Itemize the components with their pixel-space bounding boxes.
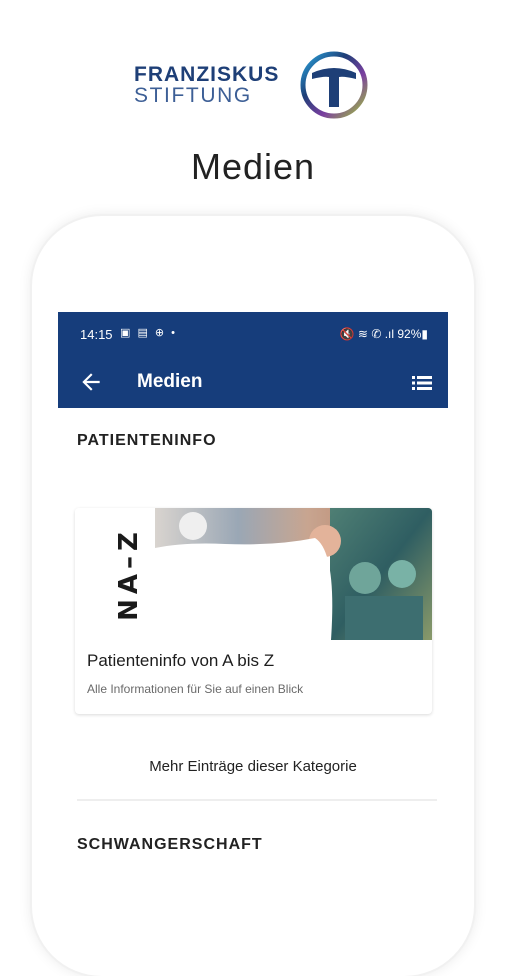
media-card[interactable]: NA–Z Patienteninfo von A bis Z Alle Info… [75, 508, 432, 714]
more-entries-link[interactable]: Mehr Einträge dieser Kategorie [58, 758, 448, 775]
card-image-text: NA–Z [114, 527, 144, 621]
status-bar: 14:15 ▣ ▤ ⊕ • 🔇 ≋ ✆ .ıl 92%▮ [58, 312, 448, 358]
status-system-icons: 🔇 ≋ ✆ .ıl 92%▮ [339, 327, 428, 341]
card-title: Patienteninfo von A bis Z [87, 651, 275, 670]
card-subtitle: Alle Informationen für Sie auf einen Bli… [87, 682, 304, 696]
status-time: 14:15 [80, 327, 113, 342]
app-bar-title: Medien [137, 371, 203, 392]
list-view-icon[interactable] [411, 372, 433, 394]
app-screen: 14:15 ▣ ▤ ⊕ • 🔇 ≋ ✆ .ıl 92%▮ Medien PATI… [58, 312, 448, 912]
arrow-left-icon[interactable] [78, 369, 104, 395]
brand-header: FRANZISKUS STIFTUNG [0, 48, 506, 128]
divider [77, 799, 437, 801]
page-title: Medien [190, 146, 316, 187]
card-image: NA–Z [75, 508, 432, 640]
section-title-patienteninfo: PATIENTENINFO [77, 432, 217, 449]
tau-cross-logo-icon [300, 51, 368, 119]
status-notification-icons: ▣ ▤ ⊕ • [120, 327, 178, 339]
brand-wordmark: FRANZISKUS STIFTUNG [134, 64, 279, 106]
section-title-schwangerschaft: SCHWANGERSCHAFT [77, 836, 263, 853]
app-bar: Medien [58, 358, 448, 408]
brand-line-2: STIFTUNG [134, 84, 252, 107]
brand-line-1: FRANZISKUS [134, 63, 280, 86]
